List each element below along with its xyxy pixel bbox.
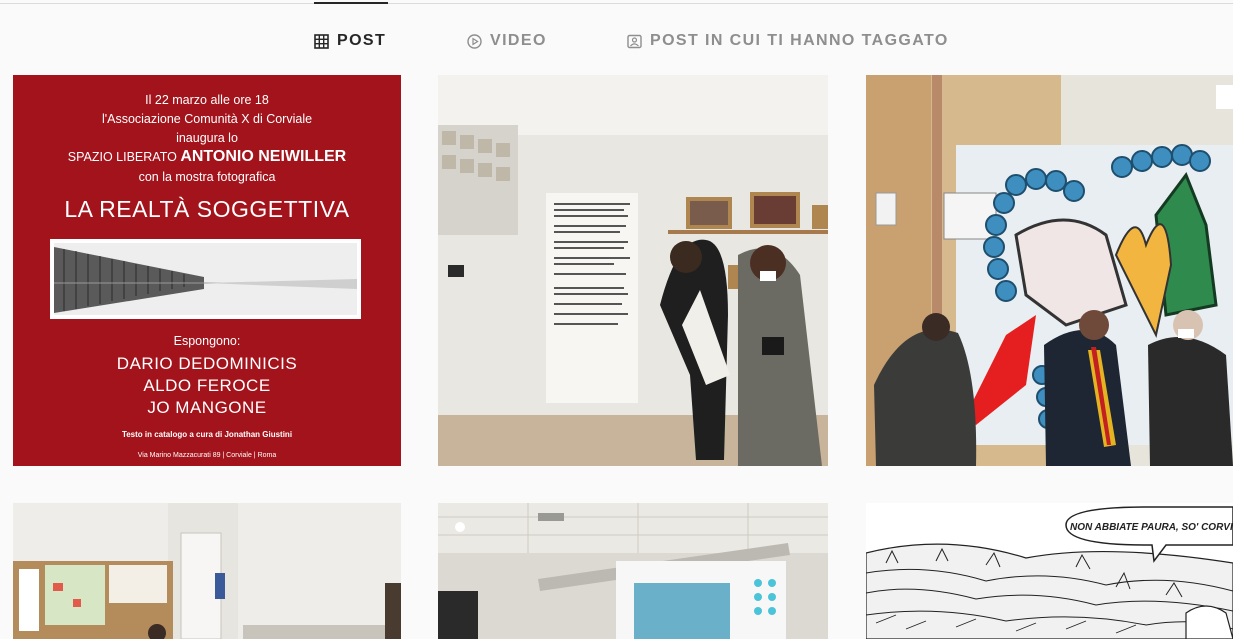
play-circle-icon [467,33,482,49]
poster-line-inaugura: inaugura lo [176,131,238,145]
poster-artist: DARIO DEDOMINICIS [116,354,298,373]
active-tab-indicator [314,2,388,4]
tab-video-label: VIDEO [490,32,547,49]
tab-video[interactable]: VIDEO [467,28,547,54]
poster-space-name: ANTONIO NEIWILLER [180,148,347,165]
tagged-user-icon [627,34,642,49]
profile-tabs: POST VIDEO POST IN CUI TI HANNO TAGGATO [0,28,1233,54]
post-thumbnail-mural[interactable] [866,75,1233,466]
poster-line-mostra: con la mostra fotografica [138,170,276,184]
post-thumbnail-presentation[interactable] [438,503,828,639]
poster-artist: JO MANGONE [147,398,267,417]
post-thumbnail-exhibition-room[interactable] [438,75,828,466]
poster-line-association: l'Associazione Comunità X di Corviale [101,112,313,126]
exhibition-room-photo [438,75,828,466]
post-thumbnail-comic[interactable]: NON ABBIATE PAURA, SO' CORVI [866,503,1233,639]
tabs-divider [0,3,1233,4]
poster-artist: ALDO FEROCE [143,376,271,395]
profile-page: POST VIDEO POST IN CUI TI HANNO TAGGATO … [0,0,1233,639]
poster-exhibit-label: Espongono: [173,334,241,348]
comic-illustration: NON ABBIATE PAURA, SO' CORVI [866,503,1233,639]
poster-title: LA REALTÀ SOGGETTIVA [64,196,350,222]
post-thumbnail-urban-plans[interactable] [13,503,401,639]
comic-speech-text: NON ABBIATE PAURA, SO' CORVI [1070,522,1233,533]
tab-tagged[interactable]: POST IN CUI TI HANNO TAGGATO [627,28,949,54]
grid-icon [314,33,329,49]
poster-address: Via Marino Mazzacurati 89 | Corviale | R… [137,452,277,459]
poster-space-small: SPAZIO LIBERATO [67,150,177,164]
mural-unveiling-photo [866,75,1233,466]
tab-tagged-label: POST IN CUI TI HANNO TAGGATO [650,32,949,49]
post-thumbnail-poster[interactable]: Il 22 marzo alle ore 18 l'Associazione C… [13,75,401,466]
poster-photo [50,239,361,319]
tab-post[interactable]: POST [314,28,386,54]
presentation-photo [438,503,828,639]
poster-line-date: Il 22 marzo alle ore 18 [145,93,269,107]
urban-plans-photo [13,503,401,639]
poster-line-space: SPAZIO LIBERATO ANTONIO NEIWILLER [13,148,401,166]
tab-post-label: POST [337,32,387,49]
poster-catalog: Testo in catalogo a cura di Jonathan Giu… [121,430,293,439]
